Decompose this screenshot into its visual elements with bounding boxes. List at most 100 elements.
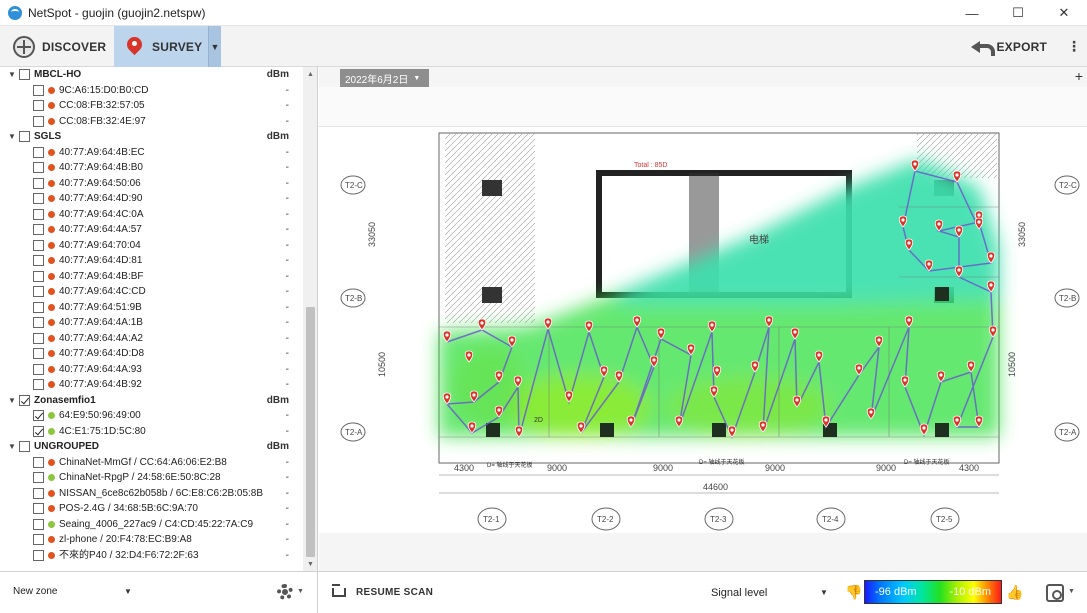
gear-dropdown-icon[interactable]: ▼ [297,588,304,595]
network-checkbox[interactable] [33,363,44,375]
network-checkbox[interactable] [33,518,44,530]
network-item[interactable]: 40:77:A9:64:4B:B0 - [0,160,303,175]
network-checkbox[interactable] [33,487,44,499]
map-settings-dropdown-icon[interactable]: ▼ [1068,588,1075,595]
network-item[interactable]: 40:77:A9:64:4B:EC - [0,145,303,160]
network-checkbox[interactable] [33,410,44,421]
sidebar-scrollbar[interactable]: ▲ ▼ [303,67,317,571]
network-checkbox[interactable] [33,100,44,111]
survey-button[interactable]: SURVEY [114,26,208,67]
network-group[interactable]: ▼ SGLS dBm [0,129,303,144]
resume-scan-button[interactable]: RESUME SCAN [356,587,433,598]
network-checkbox[interactable] [33,317,44,328]
network-signal-value: - [285,208,289,220]
network-checkbox[interactable] [33,286,44,297]
network-item[interactable]: 40:77:A9:64:4C:CD - [0,284,303,299]
add-map-tab-button[interactable]: + [1073,67,1085,85]
network-item[interactable]: 40:77:A9:64:4C:0A - [0,207,303,222]
network-item[interactable]: 不來的P40 / 32:D4:F6:72:2F:63 - [0,548,303,563]
network-checkbox[interactable] [33,379,44,390]
zone-dropdown-icon[interactable]: ▼ [124,587,132,596]
group-checkbox[interactable] [19,131,30,142]
network-checkbox[interactable] [33,348,44,359]
network-item[interactable]: ChinaNet-RpgP / 24:58:6E:50:8C:28 - [0,470,303,485]
network-item[interactable]: 40:77:A9:64:4A:57 - [0,222,303,237]
network-item[interactable]: NISSAN_6ce8c62b058b / 6C:E8:C6:2B:05:8B - [0,486,303,501]
network-checkbox[interactable] [33,332,44,344]
chevron-down-icon[interactable]: ▼ [8,396,16,405]
network-group[interactable]: ▼ MBCL-HO dBm [0,67,303,82]
group-checkbox[interactable] [19,394,30,406]
network-item[interactable]: 40:77:A9:64:4D:D8 - [0,346,303,361]
network-item[interactable]: CC:08:FB:32:57:05 - [0,98,303,113]
network-checkbox[interactable] [33,84,44,96]
scroll-down-arrow-icon[interactable]: ▼ [303,557,317,571]
maximize-button[interactable]: ☐ [995,0,1041,26]
gear-icon[interactable] [277,584,293,600]
visualization-select[interactable]: Signal level [711,587,767,599]
network-item[interactable]: 40:77:A9:64:4B:92 - [0,377,303,392]
network-checkbox[interactable] [33,425,44,437]
network-checkbox[interactable] [33,162,44,173]
network-checkbox[interactable] [33,208,44,220]
network-item[interactable]: 40:77:A9:64:70:04 - [0,238,303,253]
export-button[interactable]: EXPORT [971,26,1047,67]
more-menu-button[interactable]: ⋮ [1067,26,1081,67]
network-item[interactable]: ChinaNet-MmGf / CC:64:A6:06:E2:B8 - [0,455,303,470]
group-checkbox[interactable] [19,441,30,452]
network-item[interactable]: 40:77:A9:64:4A:93 - [0,362,303,377]
network-item[interactable]: 40:77:A9:64:4B:BF - [0,269,303,284]
network-checkbox[interactable] [33,255,44,266]
network-checkbox[interactable] [33,177,44,189]
chevron-down-icon[interactable]: ▼ [8,132,16,141]
network-signal-value: - [285,487,289,499]
network-item[interactable]: 40:77:A9:64:4A:1B - [0,315,303,330]
network-item[interactable]: Seaing_4006_227ac9 / C4:CD:45:22:7A:C9 - [0,517,303,532]
network-checkbox[interactable] [33,456,44,468]
network-item[interactable]: CC:08:FB:32:4E:97 - [0,114,303,129]
thumb-up-icon[interactable]: 👍 [1006,584,1023,600]
network-checkbox[interactable] [33,270,44,282]
network-checkbox[interactable] [33,472,44,483]
network-item[interactable]: 40:77:A9:64:4D:90 - [0,191,303,206]
network-checkbox[interactable] [33,503,44,514]
zone-select[interactable]: New zone [13,586,57,597]
network-group[interactable]: ▼ Zonasemfio1 dBm [0,393,303,408]
network-item[interactable]: 64:E9:50:96:49:00 - [0,408,303,423]
group-checkbox[interactable] [19,69,30,80]
network-item[interactable]: 40:77:A9:64:4D:81 - [0,253,303,268]
network-item[interactable]: 9C:A6:15:D0:B0:CD - [0,83,303,98]
scroll-up-arrow-icon[interactable]: ▲ [303,67,317,81]
minimize-button[interactable]: — [949,0,995,26]
thumb-down-icon[interactable]: 👎 [845,584,862,600]
scrollbar-thumb[interactable] [306,307,315,557]
network-checkbox[interactable] [33,115,44,127]
survey-date-tab[interactable]: 2022年6月2日 ▼ [340,69,429,87]
network-item[interactable]: 40:77:A9:64:4A:A2 - [0,331,303,346]
network-checkbox[interactable] [33,239,44,251]
network-checkbox[interactable] [33,224,44,235]
chevron-down-icon[interactable]: ▼ [8,70,16,79]
survey-dropdown-button[interactable]: ▼ [208,26,221,67]
network-item[interactable]: 40:77:A9:64:50:06 - [0,176,303,191]
network-item[interactable]: POS-2.4G / 34:68:5B:6C:9A:70 - [0,501,303,516]
network-checkbox[interactable] [33,549,44,561]
network-item[interactable]: zl-phone / 20:F4:78:EC:B9:A8 - [0,532,303,547]
network-checkbox[interactable] [33,534,44,545]
resume-scan-icon[interactable] [332,584,346,597]
network-signal-value: - [285,224,289,235]
network-item[interactable]: 40:77:A9:64:51:9B - [0,300,303,315]
floorplan-heatmap[interactable]: Total : 85D 电梯 2D D= 轴线于天花板 D= 轴线于天花板 D=… [319,127,1087,533]
chevron-down-icon[interactable]: ▼ [8,442,16,451]
close-button[interactable]: ✕ [1041,0,1087,26]
network-group[interactable]: ▼ UNGROUPED dBm [0,439,303,454]
discover-button[interactable]: DISCOVER [0,26,114,67]
survey-map-area[interactable]: 2022年6月2日 ▼ + Total: 85D 电梯 2D D= 轴线于天花… [319,67,1087,571]
signal-legend-bar[interactable]: -96 dBm -10 dBm [864,580,1002,604]
map-settings-icon[interactable] [1046,584,1064,602]
network-checkbox[interactable] [33,146,44,158]
network-checkbox[interactable] [33,193,44,204]
visualization-dropdown-icon[interactable]: ▼ [820,588,828,597]
network-checkbox[interactable] [33,301,44,313]
network-item[interactable]: 4C:E1:75:1D:5C:80 - [0,424,303,439]
